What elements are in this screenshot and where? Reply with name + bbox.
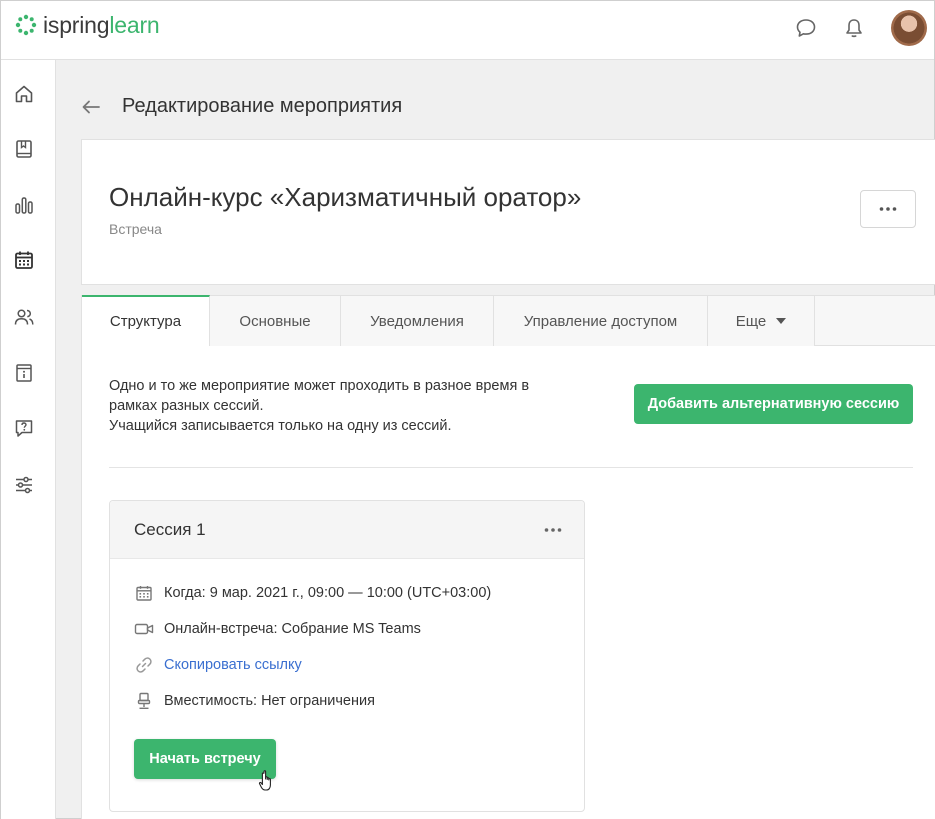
calendar-icon[interactable] [11, 247, 37, 273]
user-avatar[interactable] [891, 10, 927, 46]
session-when-text: Когда: 9 мар. 2021 г., 09:00 — 10:00 (UT… [164, 585, 492, 601]
session-meeting-row: Онлайн-встреча: Собрание MS Teams [134, 619, 421, 639]
info-icon[interactable] [11, 360, 37, 386]
home-icon[interactable] [11, 81, 37, 107]
tab-more[interactable]: Еще [708, 296, 815, 346]
event-title: Онлайн-курс «Харизматичный оратор» [109, 182, 582, 212]
add-alternative-session-button[interactable]: Добавить альтернативную сессию [634, 384, 913, 424]
copy-link[interactable]: Скопировать ссылку [164, 657, 302, 673]
event-more-button[interactable] [860, 190, 916, 228]
session-capacity-text: Вместимость: Нет ограничения [164, 693, 375, 709]
tab-notifications[interactable]: Уведомления [341, 296, 494, 346]
page-title: Редактирование мероприятия [122, 95, 403, 117]
tab-structure[interactable]: Структура [82, 295, 210, 346]
tab-basic[interactable]: Основные [210, 296, 341, 346]
logo-text: ispringlearn [43, 12, 160, 38]
start-meeting-button[interactable]: Начать встречу [134, 739, 276, 779]
session-meeting-text: Онлайн-встреча: Собрание MS Teams [164, 621, 421, 637]
bell-icon[interactable] [841, 15, 867, 41]
more-dots-icon [544, 528, 562, 532]
tab-bar: Структура Основные Уведомления Управлени… [82, 295, 935, 346]
back-arrow-icon[interactable] [80, 96, 102, 118]
session-when-row: Когда: 9 мар. 2021 г., 09:00 — 10:00 (UT… [134, 583, 491, 603]
users-icon[interactable] [11, 304, 37, 330]
event-content-panel: Структура Основные Уведомления Управлени… [81, 295, 935, 819]
sliders-icon[interactable] [11, 472, 37, 498]
ispring-learn-logo[interactable]: ispringlearn [15, 12, 160, 38]
chevron-down-icon [776, 318, 787, 324]
bar-chart-icon[interactable] [11, 192, 37, 218]
divider [109, 467, 913, 468]
sessions-info-text: Одно и то же мероприятие может проходить… [109, 378, 530, 434]
chair-icon [134, 691, 154, 711]
link-icon [134, 655, 154, 675]
chat-bubble-icon[interactable] [793, 15, 819, 41]
session-title: Сессия 1 [134, 520, 206, 539]
video-camera-icon [134, 619, 154, 639]
session-link-row: Скопировать ссылку [134, 655, 302, 675]
calendar-icon [134, 583, 154, 603]
sidebar [1, 60, 56, 819]
event-header-card: Онлайн-курс «Харизматичный оратор» Встре… [81, 139, 935, 285]
hand-cursor-icon [258, 770, 271, 791]
question-icon[interactable] [11, 415, 37, 441]
event-type: Встреча [109, 221, 162, 237]
book-icon[interactable] [11, 136, 37, 162]
session-more-button[interactable] [540, 519, 566, 541]
top-bar: ispringlearn [1, 1, 934, 60]
session-header: Сессия 1 [110, 501, 584, 559]
session-capacity-row: Вместимость: Нет ограничения [134, 691, 375, 711]
logo-mark-icon [15, 14, 37, 36]
tab-access-management[interactable]: Управление доступом [494, 296, 708, 346]
more-dots-icon [879, 207, 897, 211]
session-card: Сессия 1 Когда: 9 мар. 2021 г., 09:00 — … [109, 500, 585, 812]
